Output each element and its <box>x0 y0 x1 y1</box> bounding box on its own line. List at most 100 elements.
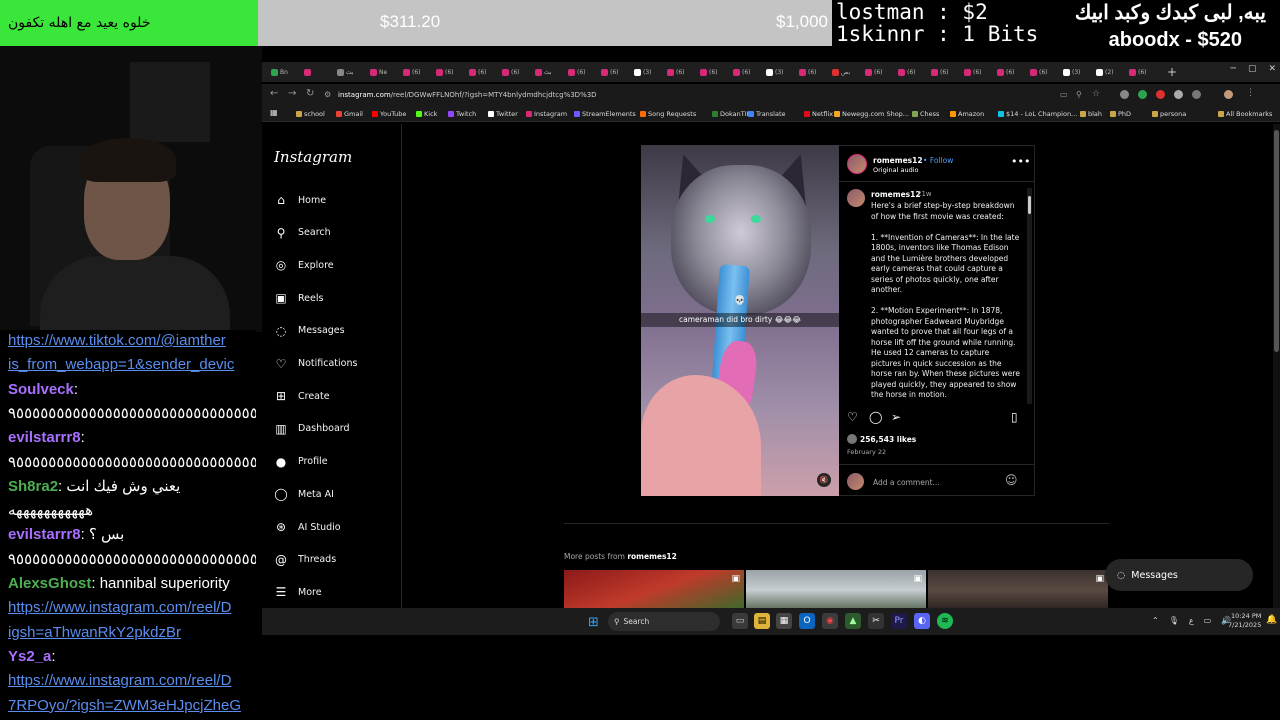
caption-timestamp[interactable]: 21w <box>917 190 932 198</box>
taskbar-search[interactable]: ⚲ Search <box>608 612 720 631</box>
windows-start-icon[interactable]: ⊞ <box>588 615 599 630</box>
post-thumbnail[interactable]: ▣ <box>928 570 1108 608</box>
bookmark-item[interactable]: StreamElements <box>574 110 636 118</box>
post-thumbnail[interactable]: ▣ <box>564 570 744 608</box>
chat-username[interactable]: AlexsGhost <box>8 575 91 592</box>
author-username[interactable]: romemes12 <box>873 156 923 165</box>
discord-icon[interactable]: ◐ <box>914 613 930 629</box>
nav-item-profile[interactable]: ● Profile <box>274 451 398 473</box>
browser-tab[interactable]: (6) <box>664 63 697 81</box>
comment-icon[interactable]: ◯ <box>869 410 882 424</box>
nav-item-threads[interactable]: @ Threads <box>274 549 398 571</box>
caption-scrollbar[interactable] <box>1027 188 1032 404</box>
bookmark-item[interactable]: Song Requests <box>640 110 696 118</box>
apps-grid-icon[interactable]: ▦ <box>270 108 278 117</box>
nav-item-search[interactable]: ⚲ Search <box>274 222 398 244</box>
url-field[interactable]: instagram.com/reel/DGWwFFLNOhf/?igsh=MTY… <box>338 88 1054 103</box>
chat-message[interactable]: igsh=aThwanRkY2pkdzBr <box>8 622 256 644</box>
chat-username[interactable]: Ys2_a <box>8 648 51 665</box>
save-bookmark-icon[interactable]: ▯ <box>1011 410 1018 424</box>
bookmark-item[interactable]: Twitch <box>448 110 476 118</box>
nav-item-reels[interactable]: ▣ Reels <box>274 287 398 309</box>
premiere-icon[interactable]: Pr <box>891 613 907 629</box>
browser-tab[interactable]: (6) <box>466 63 499 81</box>
likes-row[interactable]: 256,543 likes <box>847 434 916 444</box>
comment-input[interactable] <box>873 475 993 489</box>
nav-item-create[interactable]: ⊞ Create <box>274 385 398 407</box>
page-scrollbar-thumb[interactable] <box>1274 130 1279 352</box>
browser-tab[interactable]: (6) <box>433 63 466 81</box>
bookmark-star-icon[interactable]: ☆ <box>1092 89 1100 99</box>
extension-icon[interactable] <box>1138 90 1147 99</box>
bookmark-item[interactable]: Gmail <box>336 110 363 118</box>
chat-link[interactable]: 7RPOyo/?igsh=ZWM3eHJpcjZheG <box>8 697 241 714</box>
bookmark-item[interactable]: blah <box>1080 110 1102 118</box>
bookmark-item[interactable]: YouTube <box>372 110 406 118</box>
chat-username[interactable]: evilstarrr8 <box>8 526 81 543</box>
minimize-icon[interactable]: ─ <box>1231 64 1236 74</box>
notification-bell-icon[interactable]: 🔔 <box>1266 615 1277 625</box>
extension-icon[interactable] <box>1174 90 1183 99</box>
nav-item-more[interactable]: ☰ More <box>274 581 398 603</box>
extension-icon[interactable] <box>1192 90 1201 99</box>
browser-tab[interactable]: بث <box>532 63 565 81</box>
browser-tab[interactable]: (3) <box>1060 63 1093 81</box>
keyboard-language[interactable]: ع <box>1189 616 1194 625</box>
microphone-icon[interactable]: 🎙 <box>1169 616 1179 625</box>
browser-tab[interactable]: (6) <box>499 63 532 81</box>
forward-icon[interactable]: → <box>288 88 296 99</box>
network-icon[interactable]: ▭ <box>1204 616 1212 625</box>
browser-tab[interactable]: Ne <box>367 63 400 81</box>
browser-tab[interactable] <box>301 63 334 81</box>
caption-username[interactable]: romemes12 <box>871 190 921 199</box>
chat-link[interactable]: https://www.instagram.com/reel/D <box>8 599 231 616</box>
bookmark-item[interactable]: Twitter <box>488 110 518 118</box>
chat-username[interactable]: Sh8ra2 <box>8 478 58 495</box>
bookmark-item[interactable]: Chess <box>912 110 939 118</box>
browser-tab[interactable]: بث <box>334 63 367 81</box>
chat-username[interactable]: Soulveck <box>8 381 74 398</box>
mute-icon[interactable]: 🔇 <box>817 473 831 487</box>
profile-avatar-icon[interactable] <box>1224 90 1233 99</box>
nav-item-ai-studio[interactable]: ⊛ AI Studio <box>274 516 398 538</box>
new-tab-button[interactable]: + <box>1165 65 1179 79</box>
chat-link[interactable]: igsh=aThwanRkY2pkdzBr <box>8 624 181 641</box>
taskbar-clock[interactable]: 10:24 PM 7/21/2025 <box>1228 612 1261 630</box>
browser-tab[interactable]: (3) <box>631 63 664 81</box>
post-thumbnail[interactable]: ▣ <box>746 570 926 608</box>
chat-message[interactable]: https://www.tiktok.com/@iamther <box>8 330 256 352</box>
all-bookmarks[interactable]: All Bookmarks <box>1218 110 1272 118</box>
extension-icon[interactable] <box>1120 90 1129 99</box>
caption-scrollbar-thumb[interactable] <box>1028 196 1031 214</box>
author-avatar[interactable] <box>847 154 867 174</box>
reel-video[interactable]: 💀 cameraman did bro dirty 😂😂😂 🔇 <box>641 145 839 496</box>
chat-message[interactable]: https://www.instagram.com/reel/D <box>8 597 256 619</box>
browser-tab[interactable]: Bn <box>268 63 301 81</box>
bookmark-item[interactable]: Translate <box>748 110 786 118</box>
browser-tab[interactable]: (6) <box>730 63 763 81</box>
nav-item-dashboard[interactable]: ▥ Dashboard <box>274 418 398 440</box>
nav-item-explore[interactable]: ◎ Explore <box>274 254 398 276</box>
caption-author-avatar[interactable] <box>847 189 865 207</box>
browser-tab[interactable]: (6) <box>697 63 730 81</box>
chat-link[interactable]: https://www.tiktok.com/@iamther <box>8 332 226 349</box>
file-explorer-icon[interactable]: ▤ <box>754 613 770 629</box>
more-posts-username[interactable]: romemes12 <box>627 552 677 561</box>
browser-tab[interactable]: (2) <box>1093 63 1126 81</box>
browser-tab[interactable]: (6) <box>961 63 994 81</box>
back-icon[interactable]: ← <box>270 88 278 99</box>
browser-tab[interactable]: (6) <box>928 63 961 81</box>
capcut-icon[interactable]: ✂ <box>868 613 884 629</box>
like-heart-icon[interactable]: ♡ <box>847 410 858 424</box>
browser-tab[interactable]: (6) <box>1126 63 1159 81</box>
bookmark-item[interactable]: Amazon <box>950 110 984 118</box>
browser-tab[interactable]: (6) <box>994 63 1027 81</box>
more-options-icon[interactable]: ••• <box>1011 155 1030 168</box>
store-icon[interactable]: ▦ <box>776 613 792 629</box>
bookmark-item[interactable]: Kick <box>416 110 437 118</box>
bookmark-item[interactable]: Newegg.com Shop... <box>834 110 909 118</box>
chat-message[interactable]: 7RPOyo/?igsh=ZWM3eHJpcjZheG <box>8 695 256 717</box>
nav-item-home[interactable]: ⌂ Home <box>274 189 398 211</box>
chrome-icon[interactable]: ◉ <box>822 613 838 629</box>
nav-item-messages[interactable]: ◌ Messages <box>274 320 398 342</box>
